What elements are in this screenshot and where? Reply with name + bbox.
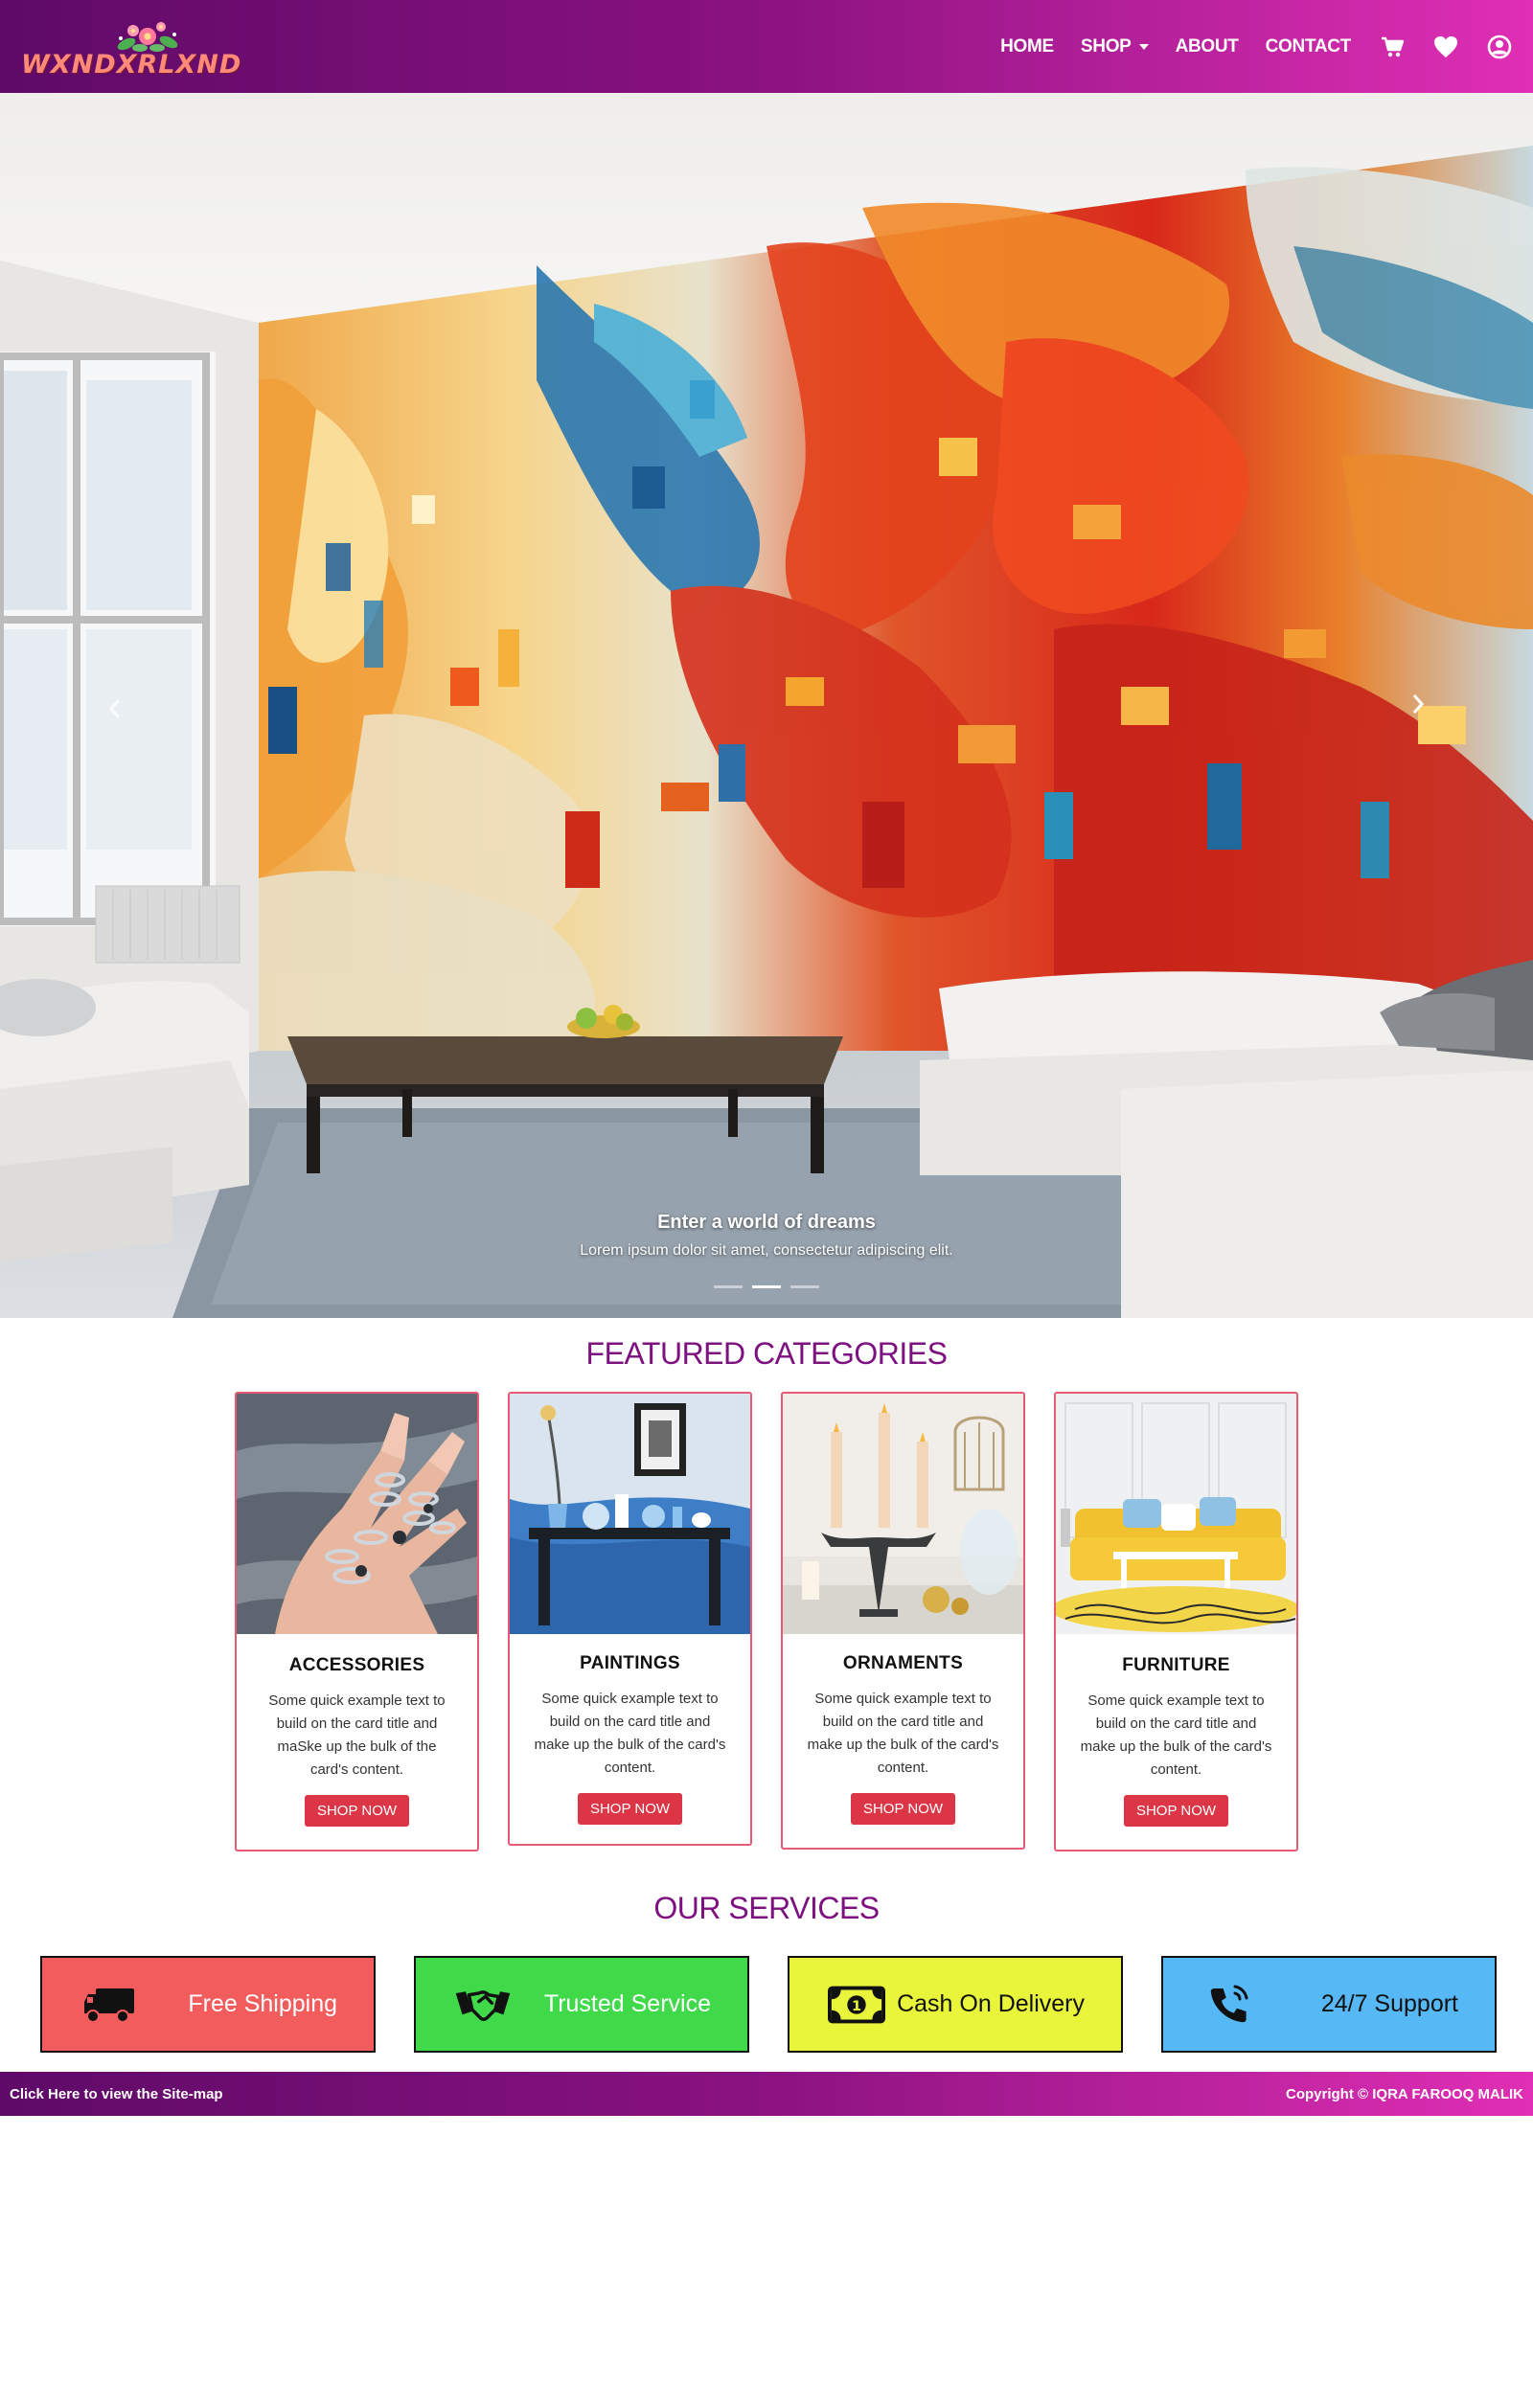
shop-now-button[interactable]: SHOP NOW [850, 1793, 956, 1825]
paintings-image [510, 1394, 750, 1634]
sitemap-link[interactable]: Click Here to view the Site-map [10, 2086, 223, 2102]
carousel-indicator[interactable] [790, 1285, 819, 1288]
phone-icon [1201, 1981, 1259, 2029]
footer: Click Here to view the Site-map Copyrigh… [0, 2072, 1533, 2116]
nav-shop-dropdown[interactable]: SHOP [1081, 36, 1149, 57]
chevron-left-icon [108, 699, 121, 718]
shop-now-button[interactable]: SHOP NOW [577, 1793, 683, 1825]
nav-shop-label: SHOP [1080, 35, 1132, 57]
card-text: Some quick example text to build on the … [807, 1691, 999, 1776]
navbar: WXNDXRLXND HOME SHOP ABOUT CONTACT [0, 0, 1533, 93]
service-support[interactable]: 24/7 Support [1161, 1956, 1497, 2053]
handshake-icon [454, 1981, 512, 2029]
nav-home-label: HOME [1000, 35, 1054, 57]
user-icon[interactable] [1487, 34, 1512, 59]
card-title: FURNITURE [1122, 1655, 1230, 1675]
ornaments-image [783, 1394, 1023, 1634]
service-label: 24/7 Support [1320, 1990, 1458, 2017]
flower-icon [117, 22, 178, 52]
card-text: Some quick example text to build on the … [534, 1691, 726, 1776]
accessories-image [237, 1394, 477, 1634]
chevron-right-icon [1412, 694, 1425, 714]
card-title: ORNAMENTS [842, 1653, 964, 1673]
hero-caption-text: Lorem ipsum dolor sit amet, consectetur … [580, 1242, 953, 1259]
copyright-text: Copyright © IQRA FAROOQ MALIK [1286, 2085, 1523, 2102]
nav-about[interactable]: ABOUT [1176, 36, 1239, 57]
service-trusted[interactable]: Trusted Service [414, 1956, 749, 2053]
nav-about-label: ABOUT [1175, 35, 1239, 57]
nav-home[interactable]: HOME [1000, 36, 1054, 57]
nav-contact[interactable]: CONTACT [1265, 35, 1352, 57]
service-label: Trusted Service [543, 1990, 711, 2017]
chevron-down-icon [1138, 43, 1149, 50]
carousel-next-button[interactable] [1399, 685, 1437, 723]
hero-carousel: Enter a world of dreams Lorem ipsum dolo… [0, 93, 1533, 1318]
furniture-image [1056, 1394, 1296, 1634]
nav-contact-label: CONTACT [1265, 35, 1352, 57]
cart-icon[interactable] [1380, 34, 1405, 59]
card-paintings: PAINTINGS Some quick example text to bui… [508, 1392, 752, 1846]
service-cash-on-delivery[interactable]: 1 Cash On Delivery [788, 1956, 1123, 2053]
featured-categories-title: FEATURED CATEGORIES [585, 1336, 948, 1371]
shop-now-button[interactable]: SHOP NOW [1123, 1795, 1229, 1827]
card-ornaments: ORNAMENTS Some quick example text to bui… [781, 1392, 1025, 1850]
card-title: ACCESSORIES [288, 1655, 425, 1675]
carousel-indicator[interactable] [714, 1285, 743, 1288]
brand-logo[interactable]: WXNDXRLXND [21, 0, 241, 93]
service-free-shipping[interactable]: Free Shipping [40, 1956, 376, 2053]
card-accessories: ACCESSORIES Some quick example text to b… [235, 1392, 479, 1851]
truck-icon [80, 1981, 138, 2029]
card-title: PAINTINGS [580, 1653, 680, 1673]
hero-image [0, 93, 1533, 1318]
carousel-prev-button[interactable] [96, 690, 134, 728]
service-label: Cash On Delivery [897, 1990, 1085, 2017]
carousel-indicator-active[interactable] [752, 1285, 781, 1288]
shop-now-button[interactable]: SHOP NOW [304, 1795, 410, 1827]
heart-icon[interactable] [1433, 34, 1458, 59]
hero-caption-title: Enter a world of dreams [657, 1212, 876, 1233]
card-text: Some quick example text to build on the … [268, 1692, 446, 1778]
carousel-indicators [0, 1285, 1533, 1288]
svg-text:1: 1 [852, 1998, 861, 2013]
main-nav: HOME SHOP ABOUT CONTACT [973, 34, 1512, 59]
service-label: Free Shipping [188, 1990, 337, 2017]
our-services-title: OUR SERVICES [653, 1891, 880, 1925]
card-furniture: FURNITURE Some quick example text to bui… [1054, 1392, 1298, 1851]
card-text: Some quick example text to build on the … [1080, 1692, 1272, 1778]
money-icon: 1 [828, 1981, 885, 2029]
